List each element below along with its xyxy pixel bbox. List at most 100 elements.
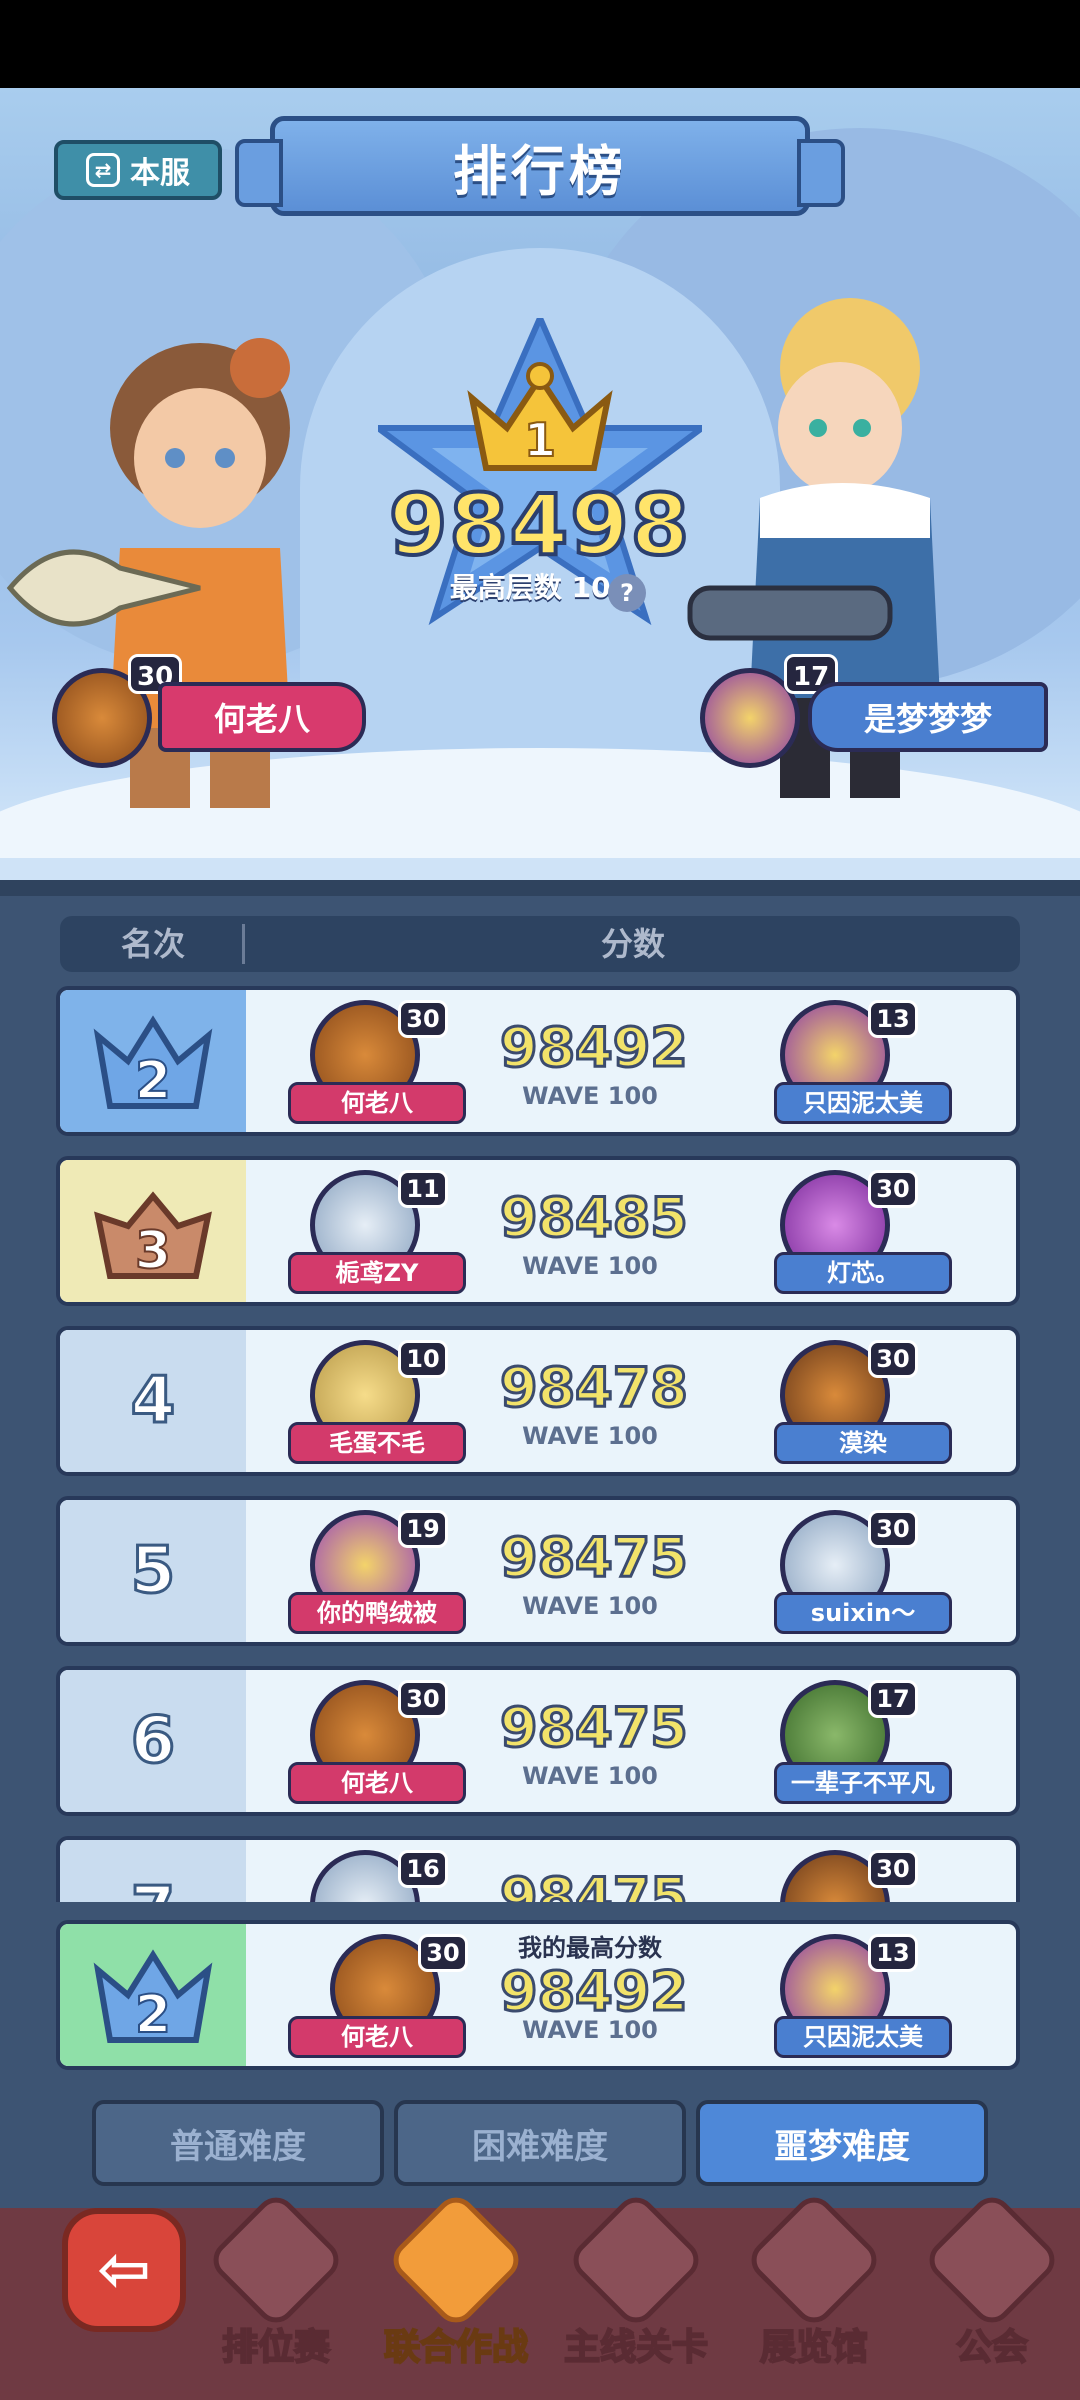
nav-label: 主线关卡 bbox=[563, 2326, 709, 2369]
shield-icon bbox=[921, 2189, 1063, 2331]
level-badge: 30 bbox=[868, 1170, 918, 1208]
nav-coop[interactable]: 联合作战 bbox=[368, 2189, 544, 2386]
row-wave: WAVE 100 bbox=[522, 1252, 658, 1280]
player-name: suixin〜 bbox=[774, 1592, 952, 1634]
snow-edge bbox=[0, 858, 1080, 880]
weapon-cannon bbox=[687, 585, 893, 641]
player-name: 何老八 bbox=[288, 1762, 466, 1804]
page-title: 排行榜 bbox=[235, 116, 845, 216]
rank-number: 7 bbox=[60, 1840, 246, 1902]
row-score: 98478 bbox=[499, 1355, 690, 1421]
row-wave: WAVE 100 bbox=[522, 1762, 658, 1790]
my-best-row[interactable]: 2 30 何老八 我的最高分数 98492 WAVE 100 13 只因泥太美 bbox=[56, 1920, 1020, 2070]
trophy-icon bbox=[205, 2189, 347, 2331]
champion-score: 98498 bbox=[387, 474, 692, 576]
table-row[interactable]: 7 16 98475 30 bbox=[56, 1836, 1020, 1902]
player-name: 灯芯。 bbox=[774, 1252, 952, 1294]
level-badge: 30 bbox=[418, 1934, 468, 1972]
header-divider bbox=[242, 924, 245, 964]
player-name: 只因泥太美 bbox=[774, 1082, 952, 1124]
champion-right-name: 是梦梦梦 bbox=[808, 682, 1048, 752]
score-column-header: 分数 bbox=[600, 925, 665, 963]
handshake-icon bbox=[385, 2189, 527, 2331]
weapon-axe bbox=[6, 549, 201, 627]
row-score: 98475 bbox=[499, 1865, 690, 1903]
table-row[interactable]: 5 19 你的鸭绒被 98475 WAVE 100 30 suixin〜 bbox=[56, 1496, 1020, 1646]
level-badge: 16 bbox=[398, 1850, 448, 1888]
level-badge: 30 bbox=[868, 1340, 918, 1378]
server-label: 本服 bbox=[130, 156, 190, 191]
player-name: 只因泥太美 bbox=[774, 2016, 952, 2058]
level-badge: 10 bbox=[398, 1340, 448, 1378]
row-score: 98492 bbox=[499, 1959, 690, 2025]
player-name: 何老八 bbox=[288, 2016, 466, 2058]
crown-icon: 2 bbox=[93, 1949, 213, 2046]
table-row[interactable]: 3 11 栀鸢ZY 98485 WAVE 100 30 灯芯。 bbox=[56, 1156, 1020, 1306]
leaderboard-panel-edge bbox=[0, 880, 1080, 896]
status-bar bbox=[0, 0, 1080, 88]
player-name: 何老八 bbox=[288, 1082, 466, 1124]
rank-column-header: 名次 bbox=[120, 925, 185, 963]
row-score: 98485 bbox=[499, 1185, 690, 1251]
swords-icon bbox=[565, 2189, 707, 2331]
hero-banner: ⇄ 本服 排行榜 30 何老八 1 98498 最高层数 100 ? 17 是梦… bbox=[0, 88, 1080, 880]
level-badge: 30 bbox=[398, 1680, 448, 1718]
leaderboard-list[interactable]: 2 30 何老八 98492 WAVE 100 13 只因泥太美 3 11 栀鸢… bbox=[0, 982, 1080, 1902]
row-wave: WAVE 100 bbox=[522, 1082, 658, 1110]
rank-number: 3 bbox=[135, 1221, 171, 1281]
rank-badge: 3 bbox=[60, 1160, 246, 1302]
nav-gallery[interactable]: 展览馆 bbox=[726, 2189, 902, 2386]
rank-number: 6 bbox=[60, 1670, 246, 1812]
table-row[interactable]: 4 10 毛蛋不毛 98478 WAVE 100 30 漠染 bbox=[56, 1326, 1020, 1476]
rank-number: 5 bbox=[60, 1500, 246, 1642]
tab-hard[interactable]: 困难难度 bbox=[394, 2100, 686, 2186]
castle-icon bbox=[743, 2189, 885, 2331]
player-name: 一辈子不平凡 bbox=[774, 1762, 952, 1804]
rank-number: 4 bbox=[60, 1330, 246, 1472]
champion-rank: 1 bbox=[524, 413, 556, 467]
difficulty-tabs: 普通难度 困难难度 噩梦难度 bbox=[92, 2100, 988, 2186]
table-row[interactable]: 2 30 何老八 98492 WAVE 100 13 只因泥太美 bbox=[56, 986, 1020, 1136]
level-badge: 11 bbox=[398, 1170, 448, 1208]
level-badge: 17 bbox=[868, 1680, 918, 1718]
row-wave: WAVE 100 bbox=[522, 2016, 658, 2044]
row-score: 98475 bbox=[499, 1525, 690, 1591]
crown-icon: 2 bbox=[93, 1015, 213, 1112]
player-name: 你的鸭绒被 bbox=[288, 1592, 466, 1634]
my-best-label: 我的最高分数 bbox=[518, 1934, 662, 1962]
server-toggle-button[interactable]: ⇄ 本服 bbox=[54, 140, 222, 200]
player-name: 毛蛋不毛 bbox=[288, 1422, 466, 1464]
row-score: 98492 bbox=[499, 1015, 690, 1081]
nav-guild[interactable]: 公会 bbox=[904, 2189, 1080, 2386]
player-name: 漠染 bbox=[774, 1422, 952, 1464]
crown-icon: 1 bbox=[467, 362, 613, 471]
champion-left-name: 何老八 bbox=[158, 682, 366, 752]
level-badge: 30 bbox=[868, 1510, 918, 1548]
rank-badge: 2 bbox=[60, 990, 246, 1132]
row-score: 98475 bbox=[499, 1695, 690, 1761]
tab-normal[interactable]: 普通难度 bbox=[92, 2100, 384, 2186]
table-row[interactable]: 6 30 何老八 98475 WAVE 100 17 一辈子不平凡 bbox=[56, 1666, 1020, 1816]
crown-icon: 3 bbox=[94, 1191, 212, 1282]
rank-number: 2 bbox=[135, 1051, 171, 1111]
champion-floor-text: 最高层数 100 bbox=[449, 571, 631, 604]
row-wave: WAVE 100 bbox=[522, 1592, 658, 1620]
nav-label: 公会 bbox=[955, 2326, 1029, 2369]
leaderboard-header: 名次 分数 bbox=[60, 916, 1020, 972]
rank-number: 2 bbox=[135, 1985, 171, 2045]
help-icon[interactable]: ? bbox=[608, 574, 646, 612]
level-badge: 13 bbox=[868, 1934, 918, 1972]
nav-label: 展览馆 bbox=[759, 2326, 869, 2369]
back-arrow-icon[interactable]: ⇦ bbox=[62, 2208, 186, 2332]
nav-main-stage[interactable]: 主线关卡 bbox=[548, 2189, 724, 2386]
tab-nightmare[interactable]: 噩梦难度 bbox=[696, 2100, 988, 2186]
server-swap-icon: ⇄ bbox=[86, 153, 120, 187]
level-badge: 30 bbox=[868, 1850, 918, 1888]
rank-badge: 2 bbox=[60, 1924, 246, 2066]
row-wave: WAVE 100 bbox=[522, 1422, 658, 1450]
level-badge: 13 bbox=[868, 1000, 918, 1038]
nav-ranked[interactable]: 排位赛 bbox=[188, 2189, 364, 2386]
nav-label: 排位赛 bbox=[221, 2326, 331, 2369]
level-badge: 30 bbox=[398, 1000, 448, 1038]
level-badge: 19 bbox=[398, 1510, 448, 1548]
